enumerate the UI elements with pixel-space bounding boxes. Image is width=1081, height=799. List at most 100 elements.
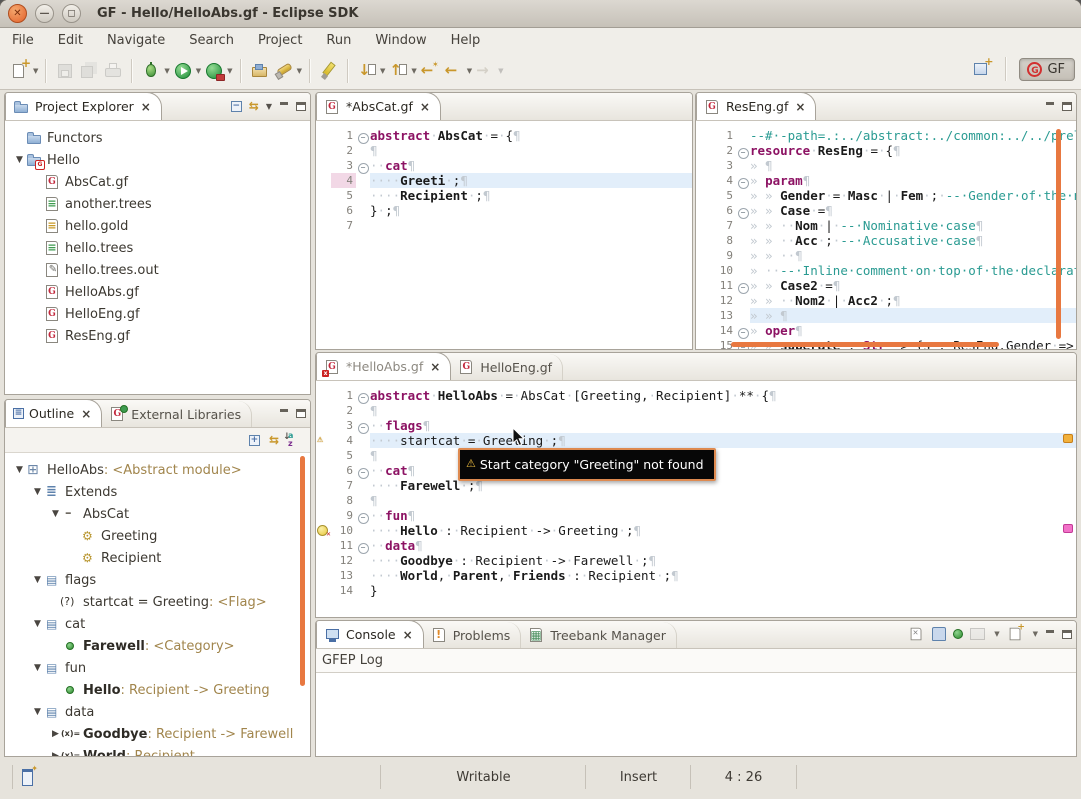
code-line-13[interactable]: 13» » ¶ <box>696 308 1076 323</box>
minimize-view-icon[interactable] <box>1045 629 1055 639</box>
code-line-3[interactable]: 3−··cat¶ <box>316 158 692 173</box>
run-button[interactable]: ▼ <box>171 59 202 83</box>
chevron-down-icon[interactable]: ▼ <box>164 67 169 75</box>
open-console-icon[interactable]: + <box>1007 627 1022 641</box>
overview-warning-marker[interactable] <box>1063 434 1073 443</box>
tab-helloabs-gf[interactable]: x *HelloAbs.gf × <box>316 352 451 380</box>
code-line-2[interactable]: 2¶ <box>316 143 692 158</box>
clear-console-icon[interactable]: ✕ <box>909 627 924 641</box>
maximize-view-icon[interactable] <box>296 409 306 418</box>
toggle-mark-occurrences-button[interactable] <box>317 59 341 83</box>
expanded-arrow-icon[interactable]: ▼ <box>31 487 44 497</box>
reseng-vertical-scrollbar[interactable] <box>1056 129 1061 339</box>
tab-helloeng-gf[interactable]: HelloEng.gf <box>451 354 563 380</box>
expanded-arrow-icon[interactable]: ▼ <box>31 707 44 717</box>
quickfix-bulb-icon[interactable] <box>317 525 328 536</box>
expanded-arrow-icon[interactable]: ▼ <box>31 575 44 585</box>
pin-console-icon[interactable] <box>953 629 963 639</box>
code-line-3[interactable]: 3−··flags¶ <box>316 418 1076 433</box>
expanded-arrow-icon[interactable]: ▼ <box>49 509 62 519</box>
explorer-item-hello[interactable]: ▼GHello <box>5 149 310 171</box>
code-line-1[interactable]: 1--#·-path=.:../abstract:../common:../..… <box>696 128 1076 143</box>
code-line-14[interactable]: 14−» oper¶ <box>696 323 1076 338</box>
run-external-tools-button[interactable]: ▼ <box>202 59 233 83</box>
code-line-1[interactable]: 1−abstract·HelloAbs·=·AbsCat·[Greeting,·… <box>316 388 1076 403</box>
code-line-14[interactable]: 14} <box>316 583 1076 598</box>
tab-outline[interactable]: ≡ Outline × <box>5 399 102 427</box>
code-line-5[interactable]: 5» » Gender·=·Masc·|·Fem·;·--·Gender·of·… <box>696 188 1076 203</box>
gf-perspective-button[interactable]: G GF <box>1019 58 1075 81</box>
forward-button[interactable]: ▼ <box>473 59 504 83</box>
code-line-7[interactable]: 7 <box>316 218 692 233</box>
print-button[interactable] <box>101 59 125 83</box>
outline-item-cat[interactable]: ▼cat <box>5 613 310 635</box>
code-line-12[interactable]: 12» » ··Nom2·|·Acc2·;¶ <box>696 293 1076 308</box>
scroll-lock-icon[interactable] <box>932 627 946 641</box>
outline-item-world[interactable]: ▶World : Recipient <box>5 745 310 757</box>
minimize-editor-icon[interactable] <box>1045 101 1055 111</box>
chevron-down-icon[interactable]: ▼ <box>380 67 385 75</box>
explorer-item-hello-trees-out[interactable]: hello.trees.out <box>5 259 310 281</box>
back-button[interactable]: ▼ <box>442 59 473 83</box>
code-line-10[interactable]: 10» ··--·Inline·comment·on·top·of·the·de… <box>696 263 1076 278</box>
maximize-view-icon[interactable] <box>1062 630 1072 639</box>
chevron-down-icon[interactable]: ▼ <box>227 67 232 75</box>
explorer-item-hello-trees[interactable]: hello.trees <box>5 237 310 259</box>
code-line-5[interactable]: 5····Recipient·;¶ <box>316 188 692 203</box>
code-line-2[interactable]: 2−resource·ResEng·=·{¶ <box>696 143 1076 158</box>
code-line-8[interactable]: 8» » ··Acc·;·--·Accusative·case¶ <box>696 233 1076 248</box>
overview-error-marker[interactable] <box>1063 524 1073 533</box>
code-line-13[interactable]: 13····World,·Parent,·Friends·:·Recipient… <box>316 568 1076 583</box>
search-button[interactable]: ▼ <box>272 59 303 83</box>
expanded-arrow-icon[interactable]: ▼ <box>31 619 44 629</box>
new-wizard-button[interactable]: ▼ <box>8 59 39 83</box>
outline-item-data[interactable]: ▼data <box>5 701 310 723</box>
warning-marker-icon[interactable]: ⚠ <box>317 434 323 446</box>
reseng-code-area[interactable]: 1--#·-path=.:../abstract:../common:../..… <box>696 121 1076 350</box>
fold-collapse-icon[interactable]: − <box>736 173 750 188</box>
outline-item-helloabs[interactable]: ▼HelloAbs : <Abstract module> <box>5 459 310 481</box>
expanded-arrow-icon[interactable]: ▼ <box>31 663 44 673</box>
minimize-view-icon[interactable] <box>279 408 289 418</box>
code-line-9[interactable]: 9−··fun¶ <box>316 508 1076 523</box>
window-minimize-button[interactable]: — <box>35 4 54 23</box>
close-icon[interactable]: × <box>420 101 430 113</box>
fold-collapse-icon[interactable]: − <box>356 463 370 478</box>
save-all-button[interactable] <box>77 59 101 83</box>
code-line-4[interactable]: ⚠4····startcat·=·Greeting·;¶ <box>316 433 1076 448</box>
outline-item-recipient[interactable]: Recipient <box>5 547 310 569</box>
code-line-3[interactable]: 3» ¶ <box>696 158 1076 173</box>
menu-navigate[interactable]: Navigate <box>107 33 165 48</box>
chevron-down-icon[interactable]: ▼ <box>1033 630 1038 638</box>
explorer-item-another-trees[interactable]: another.trees <box>5 193 310 215</box>
link-with-editor-icon[interactable]: ⇆ <box>269 433 279 447</box>
maximize-editor-icon[interactable] <box>1062 102 1072 111</box>
outline-item-farewell[interactable]: Farewell : <Category> <box>5 635 310 657</box>
debug-button[interactable]: ▼ <box>139 59 170 83</box>
fold-collapse-icon[interactable]: − <box>356 388 370 403</box>
console-output-area[interactable] <box>316 673 1076 757</box>
maximize-view-icon[interactable] <box>296 102 306 111</box>
explorer-item-reseng-gf[interactable]: ResEng.gf <box>5 325 310 347</box>
code-line-8[interactable]: 8¶ <box>316 493 1076 508</box>
outline-item-goodbye[interactable]: ▶Goodbye : Recipient -> Farewell <box>5 723 310 745</box>
minimize-view-icon[interactable] <box>279 101 289 111</box>
sort-alphabetically-icon[interactable]: az <box>288 432 302 448</box>
code-line-6[interactable]: 6−» » Case·=¶ <box>696 203 1076 218</box>
chevron-down-icon[interactable]: ▼ <box>994 630 999 638</box>
expanded-arrow-icon[interactable]: ▼ <box>13 465 26 475</box>
close-icon[interactable]: × <box>430 361 440 373</box>
outline-item-startcat-greeting[interactable]: startcat = Greeting : <Flag> <box>5 591 310 613</box>
tab-console[interactable]: Console× <box>316 620 424 648</box>
tab-abscat-gf[interactable]: *AbsCat.gf × <box>316 92 441 120</box>
code-line-1[interactable]: 1−abstract·AbsCat·=·{¶ <box>316 128 692 143</box>
fast-view-button[interactable] <box>22 767 36 783</box>
code-line-12[interactable]: 12····Goodbye·:·Recipient·->·Farewell·;¶ <box>316 553 1076 568</box>
outline-item-extends[interactable]: ▼Extends <box>5 481 310 503</box>
menu-help[interactable]: Help <box>451 33 481 48</box>
code-line-6[interactable]: 6}·;¶ <box>316 203 692 218</box>
tab-problems[interactable]: Problems <box>424 622 522 648</box>
code-line-10[interactable]: 10····Hello·:·Recipient·->·Greeting·;¶ <box>316 523 1076 538</box>
explorer-item-helloeng-gf[interactable]: HelloEng.gf <box>5 303 310 325</box>
chevron-down-icon[interactable]: ▼ <box>33 67 38 75</box>
